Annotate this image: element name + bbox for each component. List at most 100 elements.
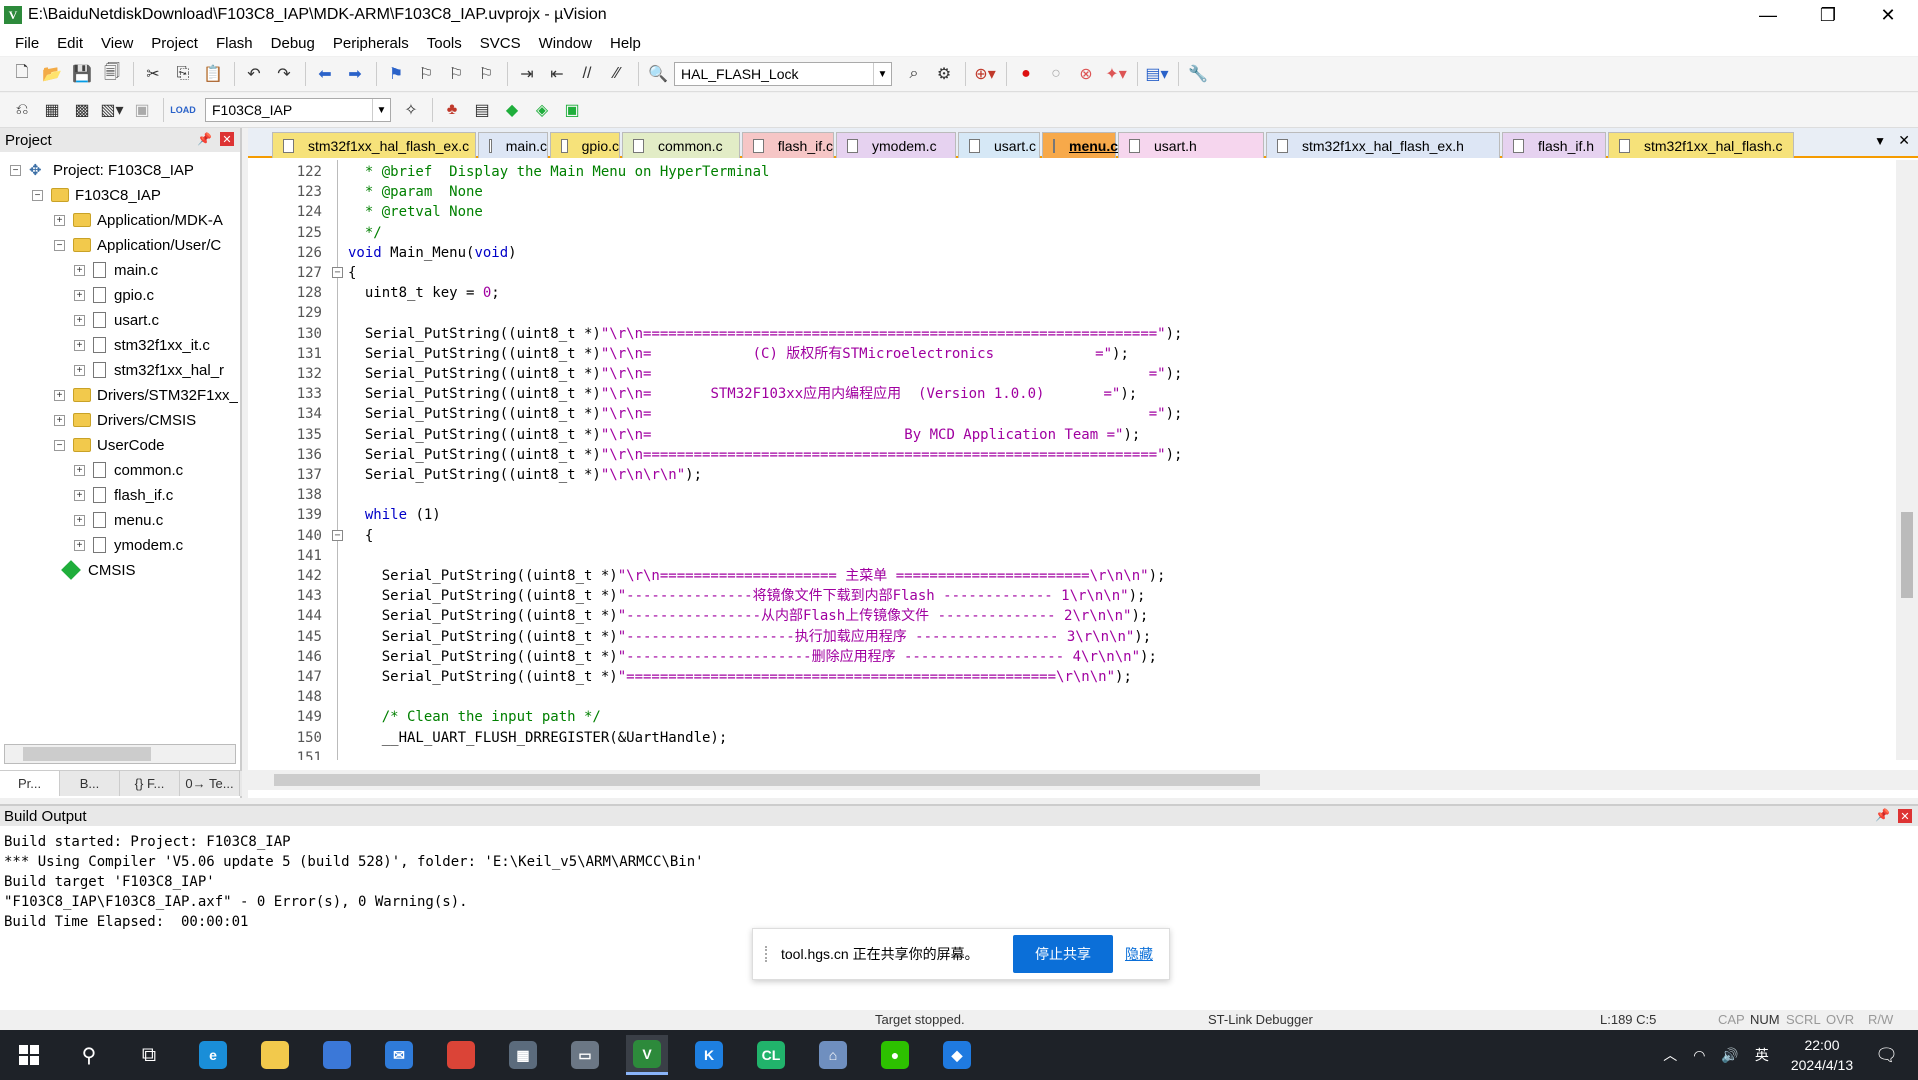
tree-item[interactable]: + usart.c bbox=[74, 308, 159, 332]
taskbar-app-button[interactable]: ⌂ bbox=[812, 1035, 854, 1075]
menu-debug[interactable]: Debug bbox=[262, 35, 324, 52]
target-combo[interactable]: F103C8_IAP ▼ bbox=[205, 98, 391, 122]
file-tab[interactable]: usart.h bbox=[1118, 132, 1264, 158]
tree-item[interactable]: + stm32f1xx_it.c bbox=[74, 333, 210, 357]
notifications-icon[interactable]: 🗨 bbox=[1875, 1045, 1898, 1066]
bookmark-next-icon[interactable]: ⚐ bbox=[442, 60, 470, 88]
menu-svcs[interactable]: SVCS bbox=[471, 35, 530, 52]
editor-horizontal-scrollbar[interactable] bbox=[248, 770, 1918, 790]
file-tab[interactable]: usart.c bbox=[958, 132, 1040, 158]
code-line[interactable]: 141 bbox=[248, 546, 1888, 566]
code-line[interactable]: 134 Serial_PutString((uint8_t *)"\r\n= =… bbox=[248, 404, 1888, 424]
file-tab[interactable]: flash_if.h bbox=[1502, 132, 1606, 158]
menu-flash[interactable]: Flash bbox=[207, 35, 262, 52]
code-line[interactable]: 133 Serial_PutString((uint8_t *)"\r\n= S… bbox=[248, 384, 1888, 404]
file-tab[interactable]: main.c bbox=[478, 132, 548, 158]
expand-icon[interactable]: + bbox=[74, 539, 85, 551]
file-tab[interactable]: gpio.c bbox=[550, 132, 620, 158]
chevron-down-icon[interactable]: ▼ bbox=[873, 63, 891, 85]
expand-icon[interactable]: + bbox=[74, 364, 85, 376]
code-line[interactable]: 125 */ bbox=[248, 223, 1888, 243]
menu-help[interactable]: Help bbox=[601, 35, 650, 52]
code-line[interactable]: 129 bbox=[248, 303, 1888, 323]
close-panel-icon[interactable]: ✕ bbox=[220, 132, 234, 146]
download-icon[interactable]: LOAD bbox=[169, 96, 197, 124]
menu-project[interactable]: Project bbox=[142, 35, 207, 52]
taskbar-app-button[interactable]: V bbox=[626, 1035, 668, 1075]
tree-item[interactable]: + ymodem.c bbox=[74, 533, 183, 557]
file-tab[interactable]: stm32f1xx_hal_flash_ex.h bbox=[1266, 132, 1500, 158]
code-line[interactable]: 148 bbox=[248, 687, 1888, 707]
code-line[interactable]: 149 /* Clean the input path */ bbox=[248, 707, 1888, 727]
expand-icon[interactable]: + bbox=[54, 414, 65, 426]
code-line[interactable]: 145 Serial_PutString((uint8_t *)"-------… bbox=[248, 627, 1888, 647]
menu-file[interactable]: File bbox=[6, 35, 48, 52]
breakpoint-icon[interactable]: ● bbox=[1012, 60, 1040, 88]
expand-icon[interactable]: + bbox=[74, 339, 85, 351]
translate-icon[interactable]: ⎌ bbox=[8, 96, 36, 124]
tree-item[interactable]: − Application/User/C bbox=[54, 233, 221, 257]
stop-build-icon[interactable]: ▣ bbox=[128, 96, 156, 124]
project-horizontal-scrollbar[interactable] bbox=[4, 744, 236, 764]
file-tab[interactable]: stm32f1xx_hal_flash.c bbox=[1608, 132, 1794, 158]
code-line[interactable]: 136 Serial_PutString((uint8_t *)"\r\n===… bbox=[248, 445, 1888, 465]
build-icon[interactable]: ▦ bbox=[38, 96, 66, 124]
collapse-icon[interactable]: − bbox=[54, 239, 65, 251]
taskbar-app-button[interactable]: ◆ bbox=[936, 1035, 978, 1075]
uncomment-icon[interactable]: ⁄⁄ bbox=[603, 60, 631, 88]
taskbar-app-button[interactable]: ✉ bbox=[378, 1035, 420, 1075]
tree-item[interactable]: − UserCode bbox=[54, 433, 165, 457]
tree-item[interactable]: − F103C8_IAP bbox=[32, 183, 161, 207]
window-layout-icon[interactable]: ▤▾ bbox=[1143, 60, 1171, 88]
new-file-icon[interactable]: 🗋 bbox=[8, 60, 36, 88]
network-icon[interactable]: ◠ bbox=[1693, 1047, 1705, 1064]
scroll-thumb[interactable] bbox=[23, 747, 151, 761]
tree-item[interactable]: + flash_if.c bbox=[74, 483, 173, 507]
file-extensions-icon[interactable]: ▤ bbox=[468, 96, 496, 124]
find-icon[interactable]: ⌕ bbox=[900, 60, 928, 88]
clock[interactable]: 22:00 2024/4/13 bbox=[1791, 1035, 1853, 1075]
code-line[interactable]: 140− { bbox=[248, 526, 1888, 546]
save-icon[interactable]: 💾 bbox=[68, 60, 96, 88]
paste-icon[interactable]: 📋 bbox=[199, 60, 227, 88]
redo-icon[interactable]: ↷ bbox=[270, 60, 298, 88]
code-line[interactable]: 138 bbox=[248, 485, 1888, 505]
batch-build-icon[interactable]: ▧▾ bbox=[98, 96, 126, 124]
code-area[interactable]: 122 * @brief Display the Main Menu on Hy… bbox=[248, 160, 1888, 760]
scroll-thumb[interactable] bbox=[1901, 512, 1913, 598]
menu-view[interactable]: View bbox=[92, 35, 142, 52]
expand-icon[interactable]: + bbox=[74, 489, 85, 501]
manage-rte-icon[interactable]: ▣ bbox=[558, 96, 586, 124]
close-tab-icon[interactable]: ✕ bbox=[1898, 132, 1910, 149]
rebuild-icon[interactable]: ▩ bbox=[68, 96, 96, 124]
undo-icon[interactable]: ↶ bbox=[240, 60, 268, 88]
breakpoint-disable-all-icon[interactable]: ⊗ bbox=[1072, 60, 1100, 88]
menu-peripherals[interactable]: Peripherals bbox=[324, 35, 418, 52]
close-window-button[interactable]: ✕ bbox=[1858, 0, 1918, 30]
comment-icon[interactable]: // bbox=[573, 60, 601, 88]
tab-project[interactable]: Pr... bbox=[0, 771, 60, 796]
expand-icon[interactable]: + bbox=[54, 389, 65, 401]
tree-item[interactable]: − ✥ Project: F103C8_IAP bbox=[10, 158, 194, 182]
find-in-files-icon[interactable]: 🔍 bbox=[644, 60, 672, 88]
taskbar-app-button[interactable] bbox=[254, 1035, 296, 1075]
collapse-icon[interactable]: − bbox=[32, 189, 43, 201]
tree-item[interactable]: + Drivers/STM32F1xx_ bbox=[54, 383, 238, 407]
code-line[interactable]: 127−{ bbox=[248, 263, 1888, 283]
code-line[interactable]: 146 Serial_PutString((uint8_t *)"-------… bbox=[248, 647, 1888, 667]
chevron-down-icon[interactable]: ▼ bbox=[372, 99, 390, 121]
file-tab[interactable]: stm32f1xx_hal_flash_ex.c bbox=[272, 132, 476, 158]
code-line[interactable]: 144 Serial_PutString((uint8_t *)"-------… bbox=[248, 606, 1888, 626]
file-tab[interactable]: common.c bbox=[622, 132, 740, 158]
drag-handle[interactable] bbox=[765, 946, 767, 962]
search-button[interactable]: ⚲ bbox=[68, 1035, 110, 1075]
expand-icon[interactable]: + bbox=[74, 289, 85, 301]
menu-edit[interactable]: Edit bbox=[48, 35, 92, 52]
manage-project-icon[interactable]: ♣ bbox=[438, 96, 466, 124]
scroll-thumb[interactable] bbox=[274, 774, 1260, 786]
fold-toggle-icon[interactable]: − bbox=[332, 267, 343, 278]
code-line[interactable]: 128 uint8_t key = 0; bbox=[248, 283, 1888, 303]
tab-functions[interactable]: {} F... bbox=[120, 771, 180, 796]
navigate-back-icon[interactable]: ⬅ bbox=[311, 60, 339, 88]
tree-item[interactable]: + main.c bbox=[74, 258, 158, 282]
